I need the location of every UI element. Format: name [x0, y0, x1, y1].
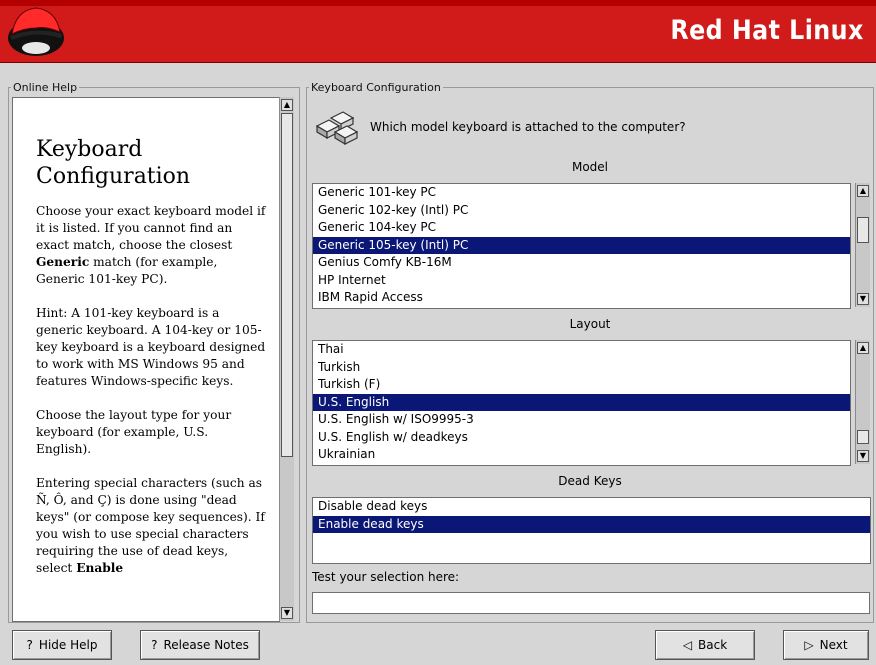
next-label: Next [819, 638, 848, 652]
scroll-down-arrow-icon[interactable]: ▼ [857, 450, 869, 462]
help-content: Keyboard Configuration Choose your exact… [13, 98, 279, 577]
brand-title: Red Hat Linux [670, 15, 864, 46]
help-p1-text-a: Choose your exact keyboard model if it i… [36, 204, 266, 252]
layout-label: Layout [569, 317, 611, 331]
list-item[interactable]: U.S. English w/ ISO9995-3 [313, 411, 850, 429]
list-item[interactable]: Ukrainian [313, 446, 850, 464]
list-item[interactable]: U.S. English w/ deadkeys [313, 429, 850, 447]
layout-listbox[interactable]: Thai Turkish Turkish (F) U.S. English U.S. E… [312, 340, 851, 466]
list-item[interactable]: Generic 105-key (Intl) PC [313, 236, 850, 254]
help-title: Keyboard Configuration [36, 137, 191, 189]
model-label: Model [571, 160, 609, 174]
help-text-view[interactable]: Keyboard Configuration Choose your exact… [12, 97, 280, 622]
list-item[interactable]: Genius Comfy KB-16M [313, 254, 850, 272]
scroll-down-arrow-icon[interactable]: ▼ [857, 293, 869, 305]
online-help-label: Online Help [13, 81, 78, 94]
back-button[interactable]: ◁ Back [655, 630, 755, 660]
list-item[interactable]: U.S. English [313, 393, 850, 411]
list-item[interactable]: Generic 104-key PC [313, 219, 850, 237]
back-arrow-icon: ◁ [682, 638, 693, 652]
help-scrollbar[interactable]: ▲ ▼ [279, 97, 294, 621]
keyboard-keys-icon [315, 111, 359, 146]
hide-help-label: Hide Help [38, 638, 98, 652]
list-item[interactable]: HP Internet [313, 272, 850, 290]
test-selection-input[interactable] [312, 592, 870, 614]
list-item[interactable]: Enable dead keys [313, 515, 870, 533]
release-notes-label: Release Notes [163, 638, 249, 652]
keyboard-question: Which model keyboard is attached to the … [370, 120, 686, 134]
test-selection-label: Test your selection here: [312, 570, 460, 584]
next-arrow-icon: ▷ [804, 638, 814, 652]
question-mark-icon: ? [26, 638, 33, 652]
scroll-up-arrow-icon[interactable]: ▲ [281, 99, 293, 111]
list-item[interactable]: Disable dead keys [313, 498, 870, 516]
scroll-down-arrow-icon[interactable]: ▼ [281, 607, 293, 619]
help-paragraph-3: Choose the layout type for your keyboard… [36, 408, 232, 456]
top-banner: Red Hat Linux [0, 0, 876, 63]
model-scroll-thumb[interactable] [857, 217, 869, 243]
deadkeys-label: Dead Keys [558, 474, 622, 488]
layout-scroll-thumb[interactable] [857, 430, 869, 444]
list-item[interactable]: Turkish [313, 359, 850, 377]
banner-stripe [0, 0, 876, 6]
model-scrollbar[interactable]: ▲ ▼ [855, 183, 870, 307]
help-p4-bold: Enable [76, 561, 124, 575]
back-label: Back [698, 638, 728, 652]
help-p4-text: Entering special characters (such as Ñ, … [36, 476, 265, 575]
deadkeys-listbox[interactable]: Disable dead keys Enable dead keys [312, 497, 871, 564]
help-scroll-thumb[interactable] [281, 113, 293, 457]
release-notes-button[interactable]: ? Release Notes [140, 630, 260, 660]
model-listbox[interactable]: Generic 101-key PC Generic 102-key (Intl)… [312, 183, 851, 309]
keyboard-config-label: Keyboard Configuration [311, 81, 441, 94]
next-button[interactable]: ▷ Next [783, 630, 869, 660]
list-item[interactable]: IBM Rapid Access [313, 289, 850, 307]
list-item[interactable]: Generic 102-key (Intl) PC [313, 202, 850, 220]
layout-scrollbar[interactable]: ▲ ▼ [855, 340, 870, 464]
list-item[interactable]: Generic 101-key PC [313, 184, 850, 202]
hide-help-button[interactable]: ? Hide Help [12, 630, 112, 660]
list-item[interactable]: Thai [313, 341, 850, 359]
scroll-up-arrow-icon[interactable]: ▲ [857, 185, 869, 197]
help-p1-bold: Generic [36, 255, 90, 269]
help-paragraph-2: Hint: A 101-key keyboard is a generic ke… [36, 306, 266, 388]
question-mark-icon: ? [151, 638, 158, 652]
help-paragraph-4: Entering special characters (such as Ñ, … [36, 475, 267, 577]
scroll-up-arrow-icon[interactable]: ▲ [857, 342, 869, 354]
shadowman-logo-icon [8, 7, 64, 56]
list-item[interactable]: Turkish (F) [313, 376, 850, 394]
help-paragraph-1: Choose your exact keyboard model if it i… [36, 203, 267, 288]
